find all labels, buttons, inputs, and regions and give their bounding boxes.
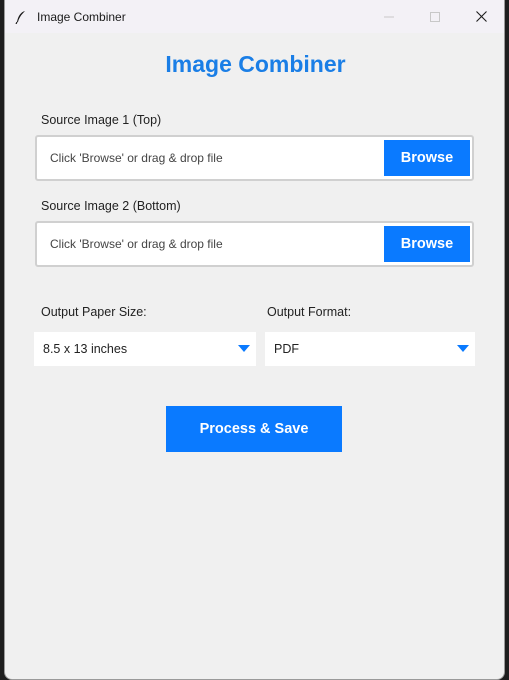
output-format-value: PDF bbox=[274, 342, 299, 356]
title-bar[interactable]: Image Combiner bbox=[5, 0, 504, 33]
minimize-button[interactable] bbox=[366, 0, 412, 33]
close-icon bbox=[475, 11, 487, 22]
window-title: Image Combiner bbox=[37, 9, 126, 24]
source-image-2-hint: Click 'Browse' or drag & drop file bbox=[50, 237, 223, 251]
feather-icon bbox=[14, 10, 28, 24]
app-window: Image Combiner Image Combiner Source Ima… bbox=[4, 0, 505, 680]
page-title: Image Combiner bbox=[165, 51, 346, 77]
maximize-button[interactable] bbox=[412, 0, 458, 33]
chevron-down-icon bbox=[238, 345, 250, 352]
browse-button-1[interactable]: Browse bbox=[384, 140, 470, 176]
maximize-icon bbox=[430, 11, 440, 22]
source-image-1-hint: Click 'Browse' or drag & drop file bbox=[50, 151, 223, 165]
output-format-label: Output Format: bbox=[267, 305, 352, 319]
close-button[interactable] bbox=[458, 0, 504, 33]
source-image-1-dropzone[interactable]: Click 'Browse' or drag & drop file Brows… bbox=[35, 135, 474, 181]
output-format-select[interactable]: PDF bbox=[265, 332, 475, 366]
paper-size-select[interactable]: 8.5 x 13 inches bbox=[34, 332, 256, 366]
chevron-down-icon bbox=[457, 345, 469, 352]
browse-button-2[interactable]: Browse bbox=[384, 226, 470, 262]
paper-size-value: 8.5 x 13 inches bbox=[43, 342, 128, 356]
process-save-button[interactable]: Process & Save bbox=[166, 406, 342, 452]
paper-size-label: Output Paper Size: bbox=[41, 305, 147, 319]
source-image-2-label: Source Image 2 (Bottom) bbox=[41, 199, 181, 213]
minimize-icon bbox=[384, 16, 394, 17]
source-image-1-label: Source Image 1 (Top) bbox=[41, 113, 162, 127]
source-image-2-dropzone[interactable]: Click 'Browse' or drag & drop file Brows… bbox=[35, 221, 474, 267]
